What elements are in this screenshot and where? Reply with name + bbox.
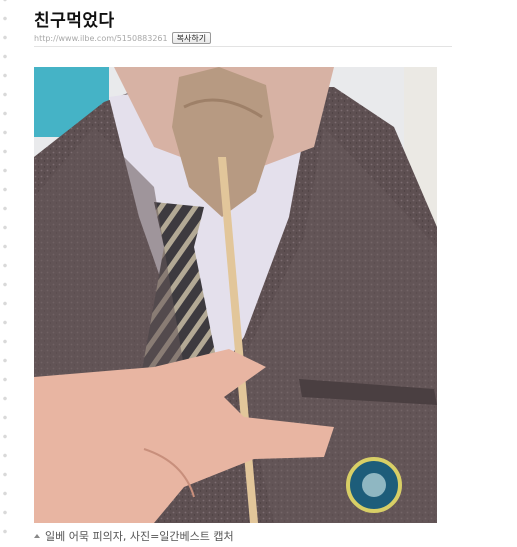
dotted-margin [0, 0, 10, 547]
post-url[interactable]: http://www.ilbe.com/5150883261 [34, 34, 168, 43]
post-url-bar: http://www.ilbe.com/5150883261 복사하기 [34, 30, 452, 47]
photo-caption: 일베 어묵 피의자, 사진=일간베스트 캡처 [34, 528, 234, 544]
post-photo [34, 67, 437, 523]
photo-illustration [34, 67, 437, 523]
post-title: 친구먹었다 [34, 11, 115, 31]
caption-text: 일베 어묵 피의자, 사진=일간베스트 캡처 [45, 530, 234, 543]
copy-url-button[interactable]: 복사하기 [171, 32, 212, 44]
caption-triangle-icon [34, 534, 40, 538]
